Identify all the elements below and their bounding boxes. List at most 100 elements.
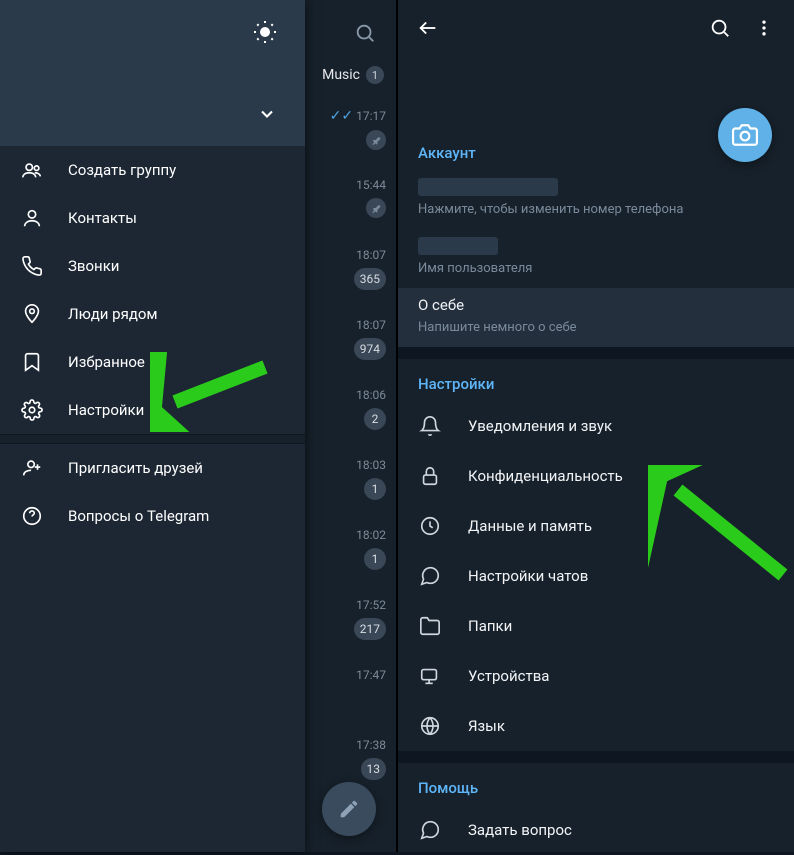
phone-icon — [20, 254, 44, 278]
menu-item-label: Избранное — [68, 353, 145, 371]
devices-icon — [418, 664, 442, 688]
chat-icon — [418, 818, 442, 842]
redacted-username — [418, 237, 498, 255]
settings-header-bar — [398, 0, 794, 56]
bookmark-icon — [20, 350, 44, 374]
navigation-drawer: Создать группу Контакты Звонки Люди рядо… — [0, 0, 305, 852]
chat-time: 18:07 — [356, 318, 386, 332]
chat-row[interactable]: 17:52 217 — [354, 598, 386, 640]
drawer-header — [0, 0, 305, 146]
account-phone-row[interactable]: Нажмите, чтобы изменить номер телефона — [398, 170, 794, 229]
chat-list-partial: Music 1 ✓✓ 17:17 15:44 18:07 365 18:07 9… — [304, 0, 396, 852]
theme-toggle-icon[interactable] — [253, 20, 281, 48]
setting-chat[interactable]: Настройки чатов — [398, 551, 794, 601]
chat-row[interactable]: ✓✓ 17:17 — [330, 108, 386, 150]
chat-time: 18:06 — [356, 388, 386, 402]
chat-row[interactable]: 18:07 365 — [354, 248, 386, 290]
change-photo-fab[interactable] — [718, 108, 772, 162]
setting-label: Данные и память — [468, 517, 592, 535]
help-ask[interactable]: Задать вопрос — [398, 805, 794, 855]
settings-screen: Аккаунт Нажмите, чтобы изменить номер те… — [396, 0, 794, 852]
menu-divider — [0, 434, 305, 444]
chat-time: 18:03 — [356, 458, 386, 472]
setting-folders[interactable]: Папки — [398, 601, 794, 651]
bell-icon — [418, 414, 442, 438]
menu-item-label: Звонки — [68, 257, 119, 275]
compose-fab[interactable] — [322, 782, 376, 836]
setting-label: Папки — [468, 617, 512, 635]
menu-item-calls[interactable]: Звонки — [0, 242, 305, 290]
chat-row[interactable]: 18:02 1 — [356, 528, 386, 570]
chat-time: 17:52 — [356, 598, 386, 612]
section-header-help: Помощь — [398, 763, 794, 805]
help-label: Задать вопрос — [468, 821, 572, 839]
setting-notifications[interactable]: Уведомления и звук — [398, 401, 794, 451]
section-header-settings: Настройки — [398, 359, 794, 401]
pin-icon — [366, 198, 386, 218]
menu-item-faq[interactable]: Вопросы о Telegram — [0, 492, 305, 540]
section-gap — [398, 751, 794, 763]
chat-row[interactable]: 18:06 2 — [356, 388, 386, 430]
chat-time: 18:07 — [356, 248, 386, 262]
search-icon[interactable] — [354, 22, 376, 48]
account-username-row[interactable]: Имя пользователя — [398, 229, 794, 288]
setting-data[interactable]: Данные и память — [398, 501, 794, 551]
contact-icon — [20, 206, 44, 230]
chat-row[interactable]: 18:03 1 — [356, 458, 386, 500]
menu-item-label: Создать группу — [68, 161, 176, 179]
setting-devices[interactable]: Устройства — [398, 651, 794, 701]
folder-icon — [418, 614, 442, 638]
invite-icon — [20, 456, 44, 480]
chat-icon — [418, 564, 442, 588]
back-icon[interactable] — [406, 6, 450, 50]
section-gap — [398, 347, 794, 359]
menu-item-contacts[interactable]: Контакты — [0, 194, 305, 242]
chat-row[interactable]: 18:07 974 — [354, 318, 386, 360]
unread-badge: 1 — [364, 548, 386, 570]
help-icon — [20, 504, 44, 528]
lock-icon — [418, 464, 442, 488]
menu-item-label: Люди рядом — [68, 305, 158, 323]
menu-item-label: Пригласить друзей — [68, 459, 203, 477]
chevron-down-icon[interactable] — [257, 104, 277, 128]
setting-label: Конфиденциальность — [468, 467, 623, 485]
account-bio-hint: Напишите немного о себе — [418, 320, 774, 335]
account-phone-hint: Нажмите, чтобы изменить номер телефона — [418, 202, 774, 217]
more-icon[interactable] — [742, 6, 786, 50]
chat-time: 17:47 — [356, 668, 386, 682]
gear-icon — [20, 398, 44, 422]
globe-icon — [418, 714, 442, 738]
setting-language[interactable]: Язык — [398, 701, 794, 751]
unread-badge: 974 — [354, 338, 386, 360]
menu-item-settings[interactable]: Настройки — [0, 386, 305, 434]
chat-time: 17:38 — [356, 738, 386, 752]
unread-badge: 2 — [364, 408, 386, 430]
menu-item-label: Вопросы о Telegram — [68, 507, 209, 525]
left-panel: Music 1 ✓✓ 17:17 15:44 18:07 365 18:07 9… — [0, 0, 396, 852]
menu-item-label: Контакты — [68, 209, 137, 227]
chat-row[interactable]: 17:47 — [356, 668, 386, 682]
group-icon — [20, 158, 44, 182]
menu-item-saved[interactable]: Избранное — [0, 338, 305, 386]
folder-tab[interactable]: Music 1 — [322, 66, 384, 84]
chat-row[interactable]: 17:38 13 — [356, 738, 386, 780]
menu-item-label: Настройки — [68, 401, 144, 419]
pin-icon — [366, 130, 386, 150]
chat-row[interactable]: 15:44 — [356, 178, 386, 218]
unread-badge: 13 — [361, 758, 387, 780]
account-bio-row[interactable]: О себе Напишите немного о себе — [398, 288, 794, 347]
chat-time: 18:02 — [356, 528, 386, 542]
chat-time: 15:44 — [356, 178, 386, 192]
unread-badge: 217 — [354, 618, 386, 640]
menu-item-nearby[interactable]: Люди рядом — [0, 290, 305, 338]
folder-tab-label: Music — [322, 67, 360, 83]
setting-privacy[interactable]: Конфиденциальность — [398, 451, 794, 501]
read-checks-icon: ✓✓ — [330, 108, 353, 124]
search-icon[interactable] — [698, 6, 742, 50]
account-username-hint: Имя пользователя — [418, 261, 774, 276]
menu-item-new-group[interactable]: Создать группу — [0, 146, 305, 194]
unread-badge: 365 — [354, 268, 386, 290]
setting-label: Настройки чатов — [468, 567, 588, 585]
menu-item-invite[interactable]: Пригласить друзей — [0, 444, 305, 492]
account-bio-title: О себе — [418, 296, 774, 316]
